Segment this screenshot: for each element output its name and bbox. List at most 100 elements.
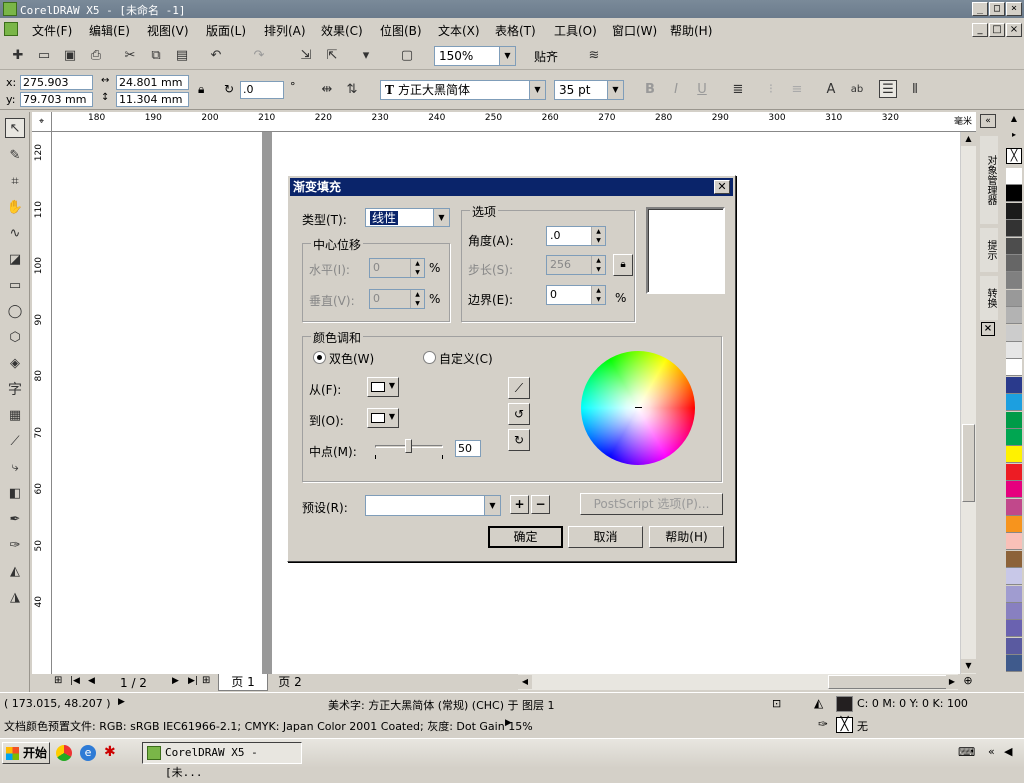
menu-tools[interactable]: 工具(O) [554, 22, 597, 39]
underline-icon[interactable]: U [693, 81, 711, 99]
object-manager-tab[interactable]: 对象管理器 [980, 136, 998, 224]
rectangle-tool-icon[interactable]: ▭ [5, 276, 25, 296]
custom-radio[interactable] [423, 351, 436, 364]
save-icon[interactable]: ▣ [61, 47, 79, 65]
blend-straight-line-icon[interactable]: ⟋ [508, 377, 530, 399]
scroll-left-icon[interactable]: ◀ [518, 675, 532, 689]
font-size-combo[interactable]: 35 pt ▼ [554, 80, 624, 100]
palette-swatch[interactable] [1006, 411, 1022, 429]
palette-swatch[interactable] [1006, 446, 1022, 464]
horizontal-scrollbar[interactable]: ◀ ▶ [518, 674, 958, 690]
spinner-arrows-icon[interactable]: ▲ ▼ [591, 256, 605, 274]
close-button[interactable]: × [1006, 2, 1022, 16]
menu-file[interactable]: 文件(F) [32, 22, 72, 39]
vertical-spinner[interactable]: 0 ▲ ▼ [369, 289, 425, 309]
menu-arrange[interactable]: 排列(A) [264, 22, 306, 39]
blend-clockwise-icon[interactable]: ↻ [508, 429, 530, 451]
menu-table[interactable]: 表格(T) [495, 22, 536, 39]
palette-swatch[interactable] [1006, 603, 1022, 620]
palette-swatch[interactable] [1006, 550, 1022, 568]
scroll-up-icon[interactable]: ▲ [961, 132, 976, 146]
no-color-swatch[interactable]: ╳ [1006, 148, 1022, 164]
pick-tool-icon[interactable]: ↖ [5, 118, 25, 138]
fill-tool-icon[interactable]: ◭ [5, 562, 25, 582]
midpoint-field[interactable]: 50 [455, 440, 481, 457]
palette-swatch[interactable] [1006, 185, 1022, 203]
options-icon[interactable]: ≋ [585, 47, 603, 65]
palette-swatch[interactable] [1006, 168, 1022, 185]
print-icon[interactable]: ⎙ [87, 47, 105, 65]
palette-swatch[interactable] [1006, 429, 1022, 446]
new-icon[interactable]: ✚ [9, 47, 27, 65]
lock-ratio-icon[interactable]: 🔒︎ [198, 82, 204, 97]
italic-icon[interactable]: I [667, 81, 685, 99]
vertical-ruler[interactable]: 120 110 100 90 80 70 60 50 40 [32, 132, 52, 674]
freehand-tool-icon[interactable]: ∿ [5, 224, 25, 244]
mirror-vertical-icon[interactable]: ⇅ [343, 81, 361, 99]
drop-cap-icon[interactable]: ≡ [788, 81, 806, 99]
dialog-close-icon[interactable]: ✕ [714, 180, 730, 194]
rotation-angle-field[interactable]: .0 [240, 81, 284, 99]
menu-view[interactable]: 视图(V) [147, 22, 189, 39]
volume-icon[interactable]: ◀ [1004, 745, 1012, 758]
start-button[interactable]: 开始 [2, 742, 50, 764]
docker-close-icon[interactable]: × [981, 322, 995, 336]
palette-swatch[interactable] [1006, 376, 1022, 394]
redo-icon[interactable]: ↷ [250, 47, 268, 65]
midpoint-slider-thumb[interactable] [405, 439, 412, 453]
menu-edit[interactable]: 编辑(E) [89, 22, 130, 39]
spinner-arrows-icon[interactable]: ▲ ▼ [410, 259, 424, 277]
welcome-screen-icon[interactable]: ▢ [398, 47, 416, 65]
interactive-fill-icon[interactable]: ◮ [5, 588, 25, 608]
palette-swatch[interactable] [1006, 620, 1022, 638]
menu-layout[interactable]: 版面(L) [206, 22, 246, 39]
midpoint-slider[interactable] [375, 439, 443, 453]
shape-tool-icon[interactable]: ✎ [5, 146, 25, 166]
palette-swatch[interactable] [1006, 498, 1022, 516]
pan-tool-icon[interactable]: ✋ [5, 198, 25, 218]
angle-spinner[interactable]: .0 ▲ ▼ [546, 226, 606, 246]
palette-swatch[interactable] [1006, 237, 1022, 255]
postscript-options-button[interactable]: PostScript 选项(P)... [580, 493, 723, 515]
copy-icon[interactable]: ⧉ [147, 47, 165, 65]
spinner-arrows-icon[interactable]: ▲ ▼ [591, 286, 605, 304]
vertical-text-icon[interactable]: ⦀ [906, 81, 924, 99]
type-select[interactable]: 线性 ▼ [365, 208, 450, 227]
character-formatting-icon[interactable]: A [822, 81, 840, 99]
basic-shapes-icon[interactable]: ◈ [5, 354, 25, 374]
two-color-radio[interactable] [313, 351, 326, 364]
edge-pad-spinner[interactable]: 0 ▲ ▼ [546, 285, 606, 305]
steps-lock-icon[interactable]: 🔒︎ [613, 254, 633, 276]
horizontal-ruler[interactable]: 毫米 180 190 200 210 220 230 240 250 260 270 280 290 3… [52, 112, 976, 132]
keyboard-icon[interactable]: ⌨ [958, 745, 975, 759]
bold-icon[interactable]: B [641, 81, 659, 99]
chrome-icon[interactable] [56, 745, 72, 761]
doc-restore-button[interactable]: □ [989, 23, 1005, 37]
palette-swatch[interactable] [1006, 342, 1022, 359]
horizontal-spinner[interactable]: 0 ▲ ▼ [369, 258, 425, 278]
smart-fill-icon[interactable]: ◪ [5, 250, 25, 270]
from-color-picker[interactable]: ▼ [367, 377, 399, 397]
ruler-origin[interactable]: ⌖ [32, 112, 52, 132]
palette-swatch[interactable] [1006, 289, 1022, 307]
undo-icon[interactable]: ↶ [207, 47, 225, 65]
palette-swatch[interactable] [1006, 585, 1022, 603]
text-align-icon[interactable]: ≣ [729, 81, 747, 99]
menu-bitmaps[interactable]: 位图(B) [380, 22, 422, 39]
page-tab-1[interactable]: 页 1 [218, 674, 268, 691]
first-page-icon[interactable]: |◀ [70, 676, 80, 686]
outline-none-swatch[interactable]: ╳ [836, 717, 853, 733]
import-icon[interactable]: ⇲ [297, 47, 315, 65]
palette-swatch[interactable] [1006, 220, 1022, 238]
bullet-list-icon[interactable]: ⁝ [762, 81, 780, 99]
snap-to-button[interactable]: 贴齐 [534, 48, 558, 65]
add-preset-icon[interactable]: + [510, 495, 529, 514]
hints-tab[interactable]: 提示 [980, 228, 998, 272]
horizontal-scroll-thumb[interactable] [828, 675, 948, 689]
cancel-button[interactable]: 取消 [568, 526, 643, 548]
transform-tab[interactable]: 转换 [980, 276, 998, 320]
tray-expand-icon[interactable]: « [988, 745, 995, 758]
dimension-tool-icon[interactable]: ⟋ [5, 432, 25, 452]
polygon-tool-icon[interactable]: ⬡ [5, 328, 25, 348]
palette-swatch[interactable] [1006, 568, 1022, 586]
